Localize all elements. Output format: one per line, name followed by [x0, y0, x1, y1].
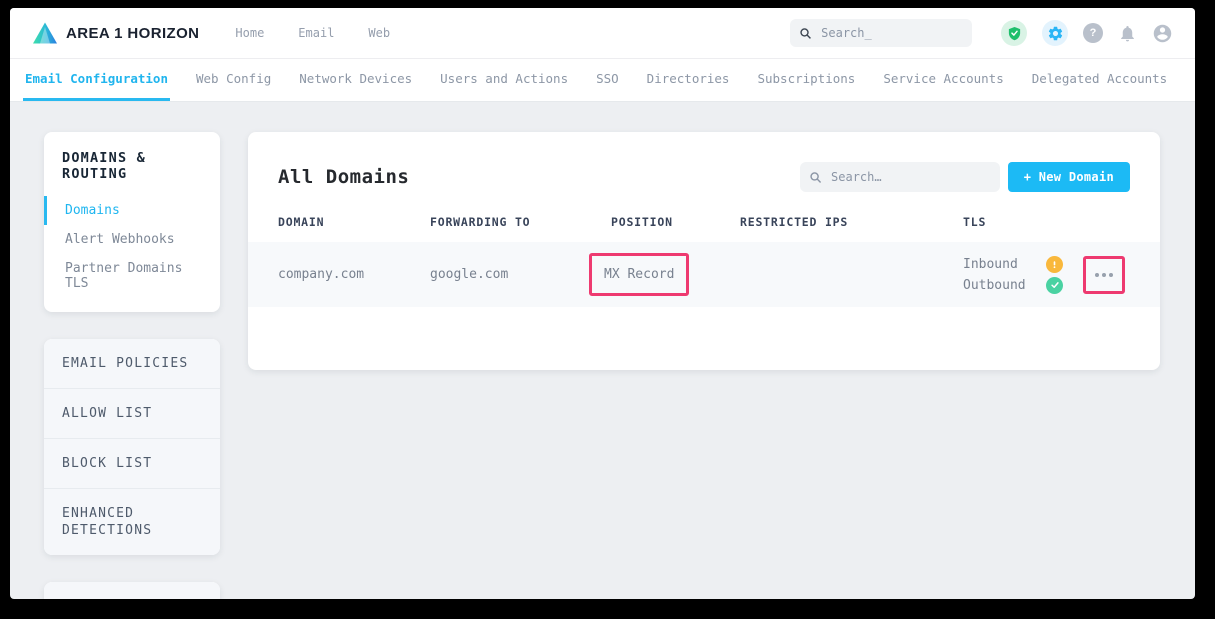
position-annotation-box: MX Record: [589, 253, 689, 296]
tls-outbound-label: Outbound: [963, 278, 1026, 293]
brand-name: AREA 1 HORIZON: [66, 25, 199, 42]
row-actions-menu-button[interactable]: [1088, 261, 1120, 289]
domains-routing-card: DOMAINS & ROUTING Domains Alert Webhooks…: [44, 132, 220, 312]
column-header-forwarding-to: FORWARDING TO: [430, 215, 604, 229]
top-right-controls: ?: [790, 19, 1173, 47]
sidebar-item-alert-webhooks[interactable]: Alert Webhooks: [44, 225, 202, 254]
gear-icon: [1047, 25, 1064, 42]
config-tabs-bar: Email Configuration Web Config Network D…: [10, 59, 1195, 102]
tab-sso[interactable]: SSO: [594, 59, 621, 101]
position-value: MX Record: [604, 267, 674, 282]
app-window: AREA 1 HORIZON Home Email Web: [10, 8, 1195, 599]
top-nav-home[interactable]: Home: [235, 26, 264, 40]
tab-email-configuration[interactable]: Email Configuration: [23, 59, 170, 101]
sidebar-section-email-policies[interactable]: EMAIL POLICIES: [44, 339, 220, 389]
new-domain-button[interactable]: + New Domain: [1008, 162, 1130, 192]
sidebar-section-allow-list[interactable]: ALLOW LIST: [44, 389, 220, 439]
settings-button[interactable]: [1042, 20, 1068, 46]
tls-outbound-line: Outbound: [963, 277, 1063, 294]
tab-delegated-accounts[interactable]: Delegated Accounts: [1030, 59, 1169, 101]
dot-icon: [1102, 273, 1106, 277]
sidebar-section-enhanced-detections[interactable]: ENHANCED DETECTIONS: [44, 489, 220, 555]
tab-subscriptions[interactable]: Subscriptions: [755, 59, 857, 101]
cell-actions: [1083, 256, 1130, 294]
panel-controls: + New Domain: [800, 162, 1130, 192]
cell-tls: Inbound Outbound: [963, 256, 1063, 294]
table-header: DOMAIN FORWARDING TO POSITION RESTRICTED…: [248, 215, 1160, 242]
top-nav-web[interactable]: Web: [368, 26, 390, 40]
tab-directories[interactable]: Directories: [645, 59, 732, 101]
cell-position: MX Record: [604, 253, 740, 296]
all-domains-panel: All Domains + New Domain DOMAIN FORWARDI…: [248, 132, 1160, 370]
search-icon: [810, 171, 821, 184]
dot-icon: [1095, 273, 1099, 277]
account-icon: [1152, 23, 1173, 44]
top-nav: Home Email Web: [235, 26, 390, 40]
warning-status-icon: [1046, 256, 1063, 273]
page-title: All Domains: [278, 166, 409, 188]
top-nav-email[interactable]: Email: [298, 26, 334, 40]
content-area: DOMAINS & ROUTING Domains Alert Webhooks…: [10, 102, 1195, 599]
domains-search[interactable]: [800, 162, 1000, 192]
tab-users-and-actions[interactable]: Users and Actions: [438, 59, 570, 101]
panel-header: All Domains + New Domain: [248, 132, 1160, 192]
top-header: AREA 1 HORIZON Home Email Web: [10, 8, 1195, 59]
dot-icon: [1109, 273, 1113, 277]
retract-settings-card: RETRACT SETTINGS: [44, 582, 220, 599]
domains-search-input[interactable]: [829, 169, 990, 185]
brand-logo[interactable]: AREA 1 HORIZON: [32, 21, 199, 45]
account-button[interactable]: [1152, 23, 1173, 44]
tls-inbound-line: Inbound: [963, 256, 1063, 273]
cell-forwarding-to: google.com: [430, 267, 604, 282]
column-header-restricted-ips: RESTRICTED IPS: [740, 215, 963, 229]
tab-network-devices[interactable]: Network Devices: [297, 59, 414, 101]
help-button[interactable]: ?: [1083, 23, 1103, 43]
sidebar-section-title: DOMAINS & ROUTING: [62, 150, 202, 182]
sidebar: DOMAINS & ROUTING Domains Alert Webhooks…: [44, 132, 220, 599]
cell-domain: company.com: [278, 267, 430, 282]
sidebar-section-block-list[interactable]: BLOCK LIST: [44, 439, 220, 489]
bell-icon: [1118, 24, 1137, 43]
column-header-domain: DOMAIN: [278, 215, 430, 229]
tab-service-accounts[interactable]: Service Accounts: [881, 59, 1005, 101]
column-header-position: POSITION: [604, 215, 740, 229]
shield-check-icon: [1007, 26, 1022, 41]
global-search-input[interactable]: [819, 25, 962, 41]
global-search[interactable]: [790, 19, 972, 47]
policies-accordion-card: EMAIL POLICIES ALLOW LIST BLOCK LIST ENH…: [44, 339, 220, 555]
triangle-logo-icon: [32, 21, 58, 45]
actions-annotation-box: [1083, 256, 1125, 294]
table-row[interactable]: company.com google.com MX Record Inbound: [248, 242, 1160, 307]
column-header-tls: TLS: [963, 215, 1083, 229]
tls-inbound-label: Inbound: [963, 257, 1018, 272]
tab-web-config[interactable]: Web Config: [194, 59, 273, 101]
security-status-icon[interactable]: [1001, 20, 1027, 46]
notifications-button[interactable]: [1118, 24, 1137, 43]
check-status-icon: [1046, 277, 1063, 294]
search-icon: [800, 27, 811, 40]
sidebar-item-partner-domains-tls[interactable]: Partner Domains TLS: [44, 254, 202, 298]
sidebar-item-domains[interactable]: Domains: [44, 196, 202, 225]
sidebar-section-retract-settings[interactable]: RETRACT SETTINGS: [44, 582, 220, 599]
